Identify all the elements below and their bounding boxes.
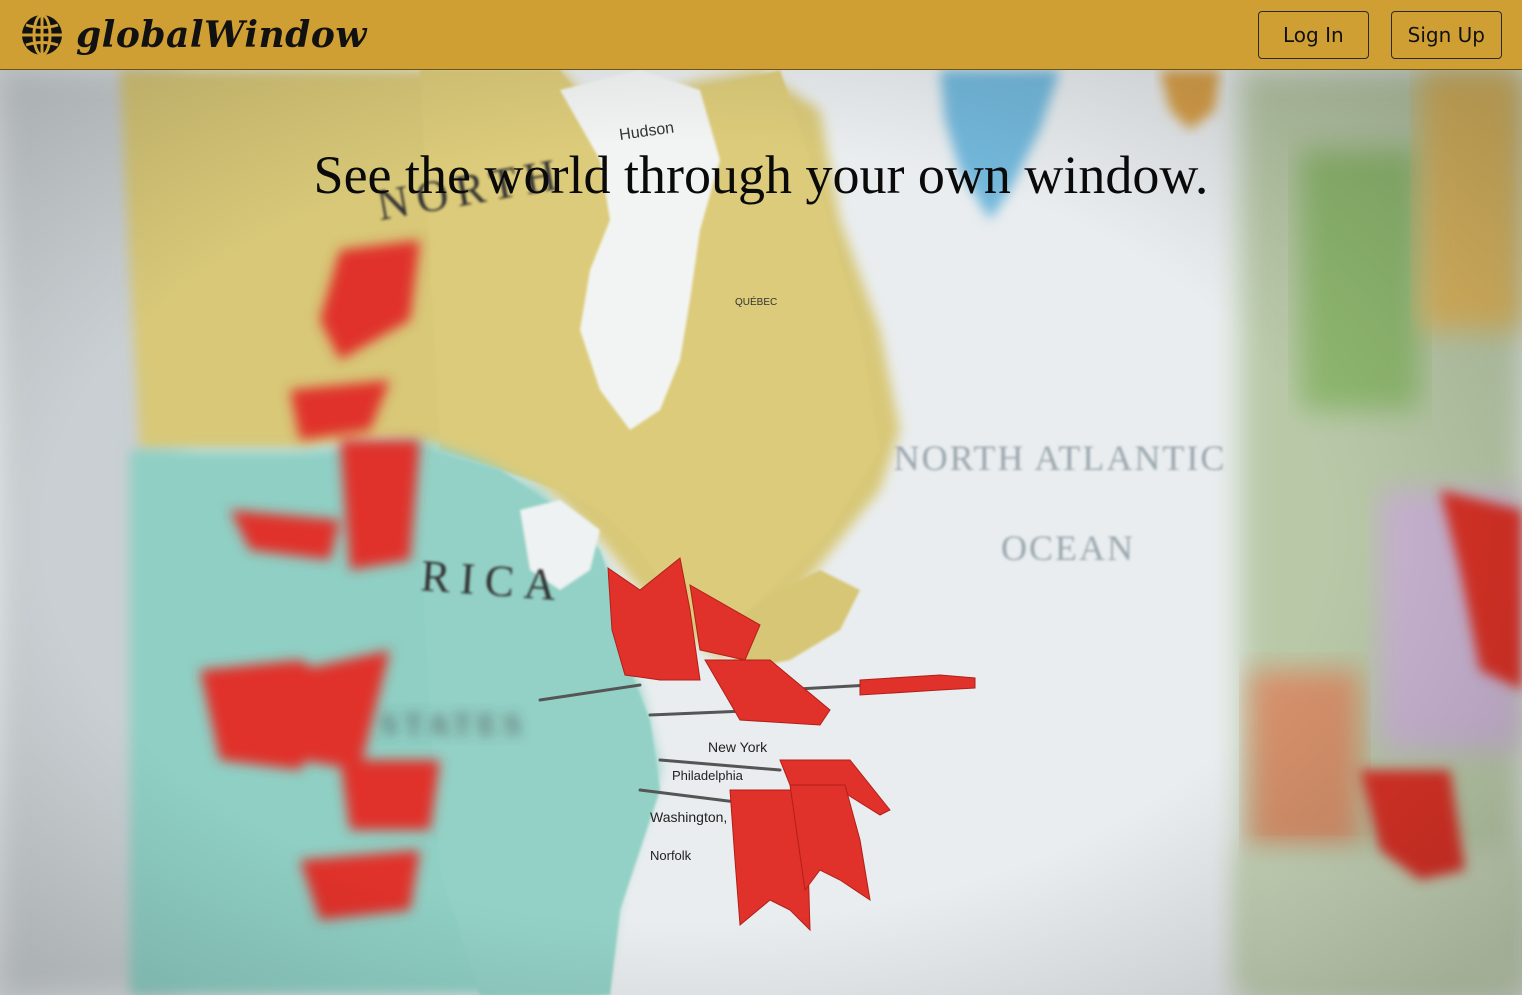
hero-map-image: NORTH ATLANTIC OCEAN Hudson NORTH RICA S… [0,70,1522,995]
brand-name: globalWindow [76,13,367,56]
signup-button[interactable]: Sign Up [1390,10,1502,59]
brand-logo[interactable]: globalWindow [20,13,367,57]
hero-headline: See the world through your own window. [313,145,1209,205]
auth-actions: Log In Sign Up [1258,10,1502,59]
globe-icon [22,13,62,56]
hero-section: NORTH ATLANTIC OCEAN Hudson NORTH RICA S… [0,70,1522,995]
login-button[interactable]: Log In [1258,10,1369,59]
top-navbar: globalWindow Log In Sign Up [0,0,1522,70]
